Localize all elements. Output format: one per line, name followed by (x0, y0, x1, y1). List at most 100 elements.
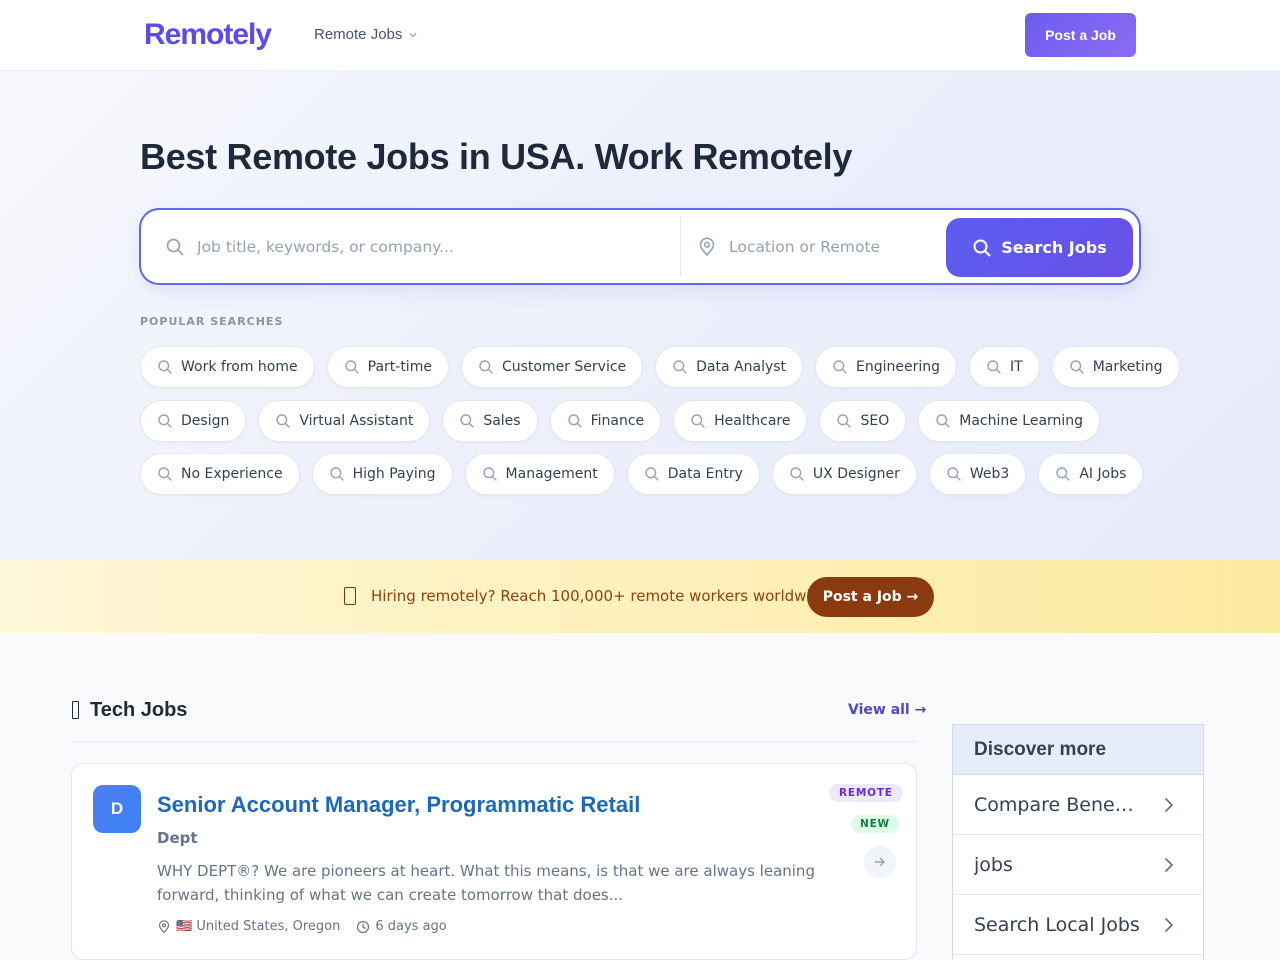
discover-more-item[interactable]: Search Local Jobs (953, 895, 1203, 955)
popular-search-pill[interactable]: Healthcare (673, 400, 808, 442)
keyword-search-input[interactable] (197, 232, 667, 262)
discover-more-item[interactable]: Compare Benefits ... (953, 775, 1203, 835)
search-icon (645, 467, 659, 481)
search-icon (837, 414, 852, 428)
search-icon (567, 414, 582, 428)
search-icon (936, 414, 950, 428)
popular-search-pill[interactable]: Web3 (928, 453, 1027, 495)
popular-searches-row: Work from home Part-time Customer Service D… (140, 346, 1180, 388)
popular-search-label: IT (1010, 359, 1023, 375)
section-divider (71, 741, 917, 742)
search-jobs-button[interactable]: Search Jobs (946, 218, 1133, 277)
view-all-link[interactable]: View all → (848, 702, 926, 718)
search-icon (158, 360, 172, 374)
logo[interactable]: Remotely (144, 18, 272, 52)
discover-more-list: Compare Benefits ... jobs Search Local Job… (953, 775, 1203, 955)
popular-search-pill[interactable]: Marketing (1051, 346, 1180, 388)
popular-search-pill[interactable]: Customer Service (460, 346, 644, 388)
popular-search-pill[interactable]: No Experience (140, 453, 300, 495)
search-icon (947, 467, 961, 481)
map-pin-icon (158, 919, 170, 933)
search-icon (460, 414, 475, 428)
job-meta: 🇺🇸 United States, Oregon 6 days ago (157, 919, 447, 934)
search-icon (833, 360, 847, 374)
discover-more-item[interactable]: jobs (953, 835, 1203, 895)
popular-search-pill[interactable]: Virtual Assistant (258, 400, 431, 442)
popular-search-label: No Experience (181, 466, 283, 482)
popular-searches-row: Design Virtual Assistant Sales Finance Healt… (140, 400, 1101, 442)
popular-search-label: Management (505, 466, 598, 482)
chevron-right-icon (1165, 797, 1173, 812)
popular-search-label: Engineering (856, 359, 941, 375)
search-icon (329, 467, 344, 481)
popular-search-pill[interactable]: SEO (819, 400, 907, 442)
post-job-button[interactable]: Post a Job (1025, 13, 1136, 57)
new-badge: NEW (851, 815, 899, 833)
search-icon (1056, 467, 1071, 481)
job-description: WHY DEPT®? We are pioneers at heart. Wha… (157, 862, 815, 904)
popular-search-pill[interactable]: IT (969, 346, 1040, 388)
popular-search-pill[interactable]: Design (140, 400, 247, 442)
hiring-banner: Hiring remotely? Reach 100,000+ remote w… (0, 560, 1280, 633)
job-company: Dept (157, 829, 198, 847)
laptop-icon (72, 701, 79, 719)
section-title: Tech Jobs (90, 699, 188, 721)
search-icon (479, 360, 493, 374)
job-title-link[interactable]: Senior Account Manager, Programmatic Ret… (157, 792, 640, 818)
search-icon (276, 414, 291, 428)
chevron-down-icon (409, 32, 417, 37)
banner-post-job-button[interactable]: Post a Job → (807, 577, 934, 617)
popular-search-label: SEO (860, 413, 890, 429)
company-logo: D (93, 785, 141, 833)
popular-search-label: Finance (590, 413, 645, 429)
discover-more-item-label: Search Local Jobs (974, 913, 1140, 936)
popular-search-pill[interactable]: Sales (442, 400, 538, 442)
popular-search-label: Sales (483, 413, 521, 429)
nav-remote-jobs[interactable]: Remote Jobs (314, 26, 418, 43)
map-pin-icon (699, 237, 715, 257)
job-location: 🇺🇸 United States, Oregon (157, 919, 340, 934)
hero-section: Best Remote Jobs in USA. Work Remotely S… (0, 71, 1280, 560)
popular-search-label: AI Jobs (1079, 466, 1127, 482)
popular-search-pill[interactable]: Part-time (326, 346, 449, 388)
chevron-right-icon (1165, 917, 1173, 932)
popular-search-label: High Paying (352, 466, 436, 482)
popular-search-label: Data Entry (667, 466, 743, 482)
location-input[interactable] (729, 232, 929, 262)
search-icon (158, 414, 172, 428)
popular-search-label: Marketing (1092, 359, 1163, 375)
popular-search-pill[interactable]: UX Designer (771, 453, 917, 495)
job-open-button[interactable] (864, 846, 896, 878)
discover-more-item-label: Compare Benefits ... (974, 793, 1144, 816)
site-header: Remotely Remote Jobs Post a Job (0, 0, 1280, 71)
search-icon (987, 360, 1001, 374)
popular-search-label: Design (181, 413, 230, 429)
popular-search-pill[interactable]: High Paying (311, 453, 453, 495)
search-icon (158, 467, 172, 481)
popular-search-pill[interactable]: Management (464, 453, 615, 495)
popular-search-label: Web3 (969, 466, 1010, 482)
popular-search-label: Work from home (181, 359, 298, 375)
job-location-text: 🇺🇸 United States, Oregon (176, 919, 341, 934)
discover-more-title: Discover more (953, 725, 1203, 775)
popular-search-pill[interactable]: Work from home (140, 346, 315, 388)
popular-search-pill[interactable]: Machine Learning (918, 400, 1101, 442)
discover-more-panel: Discover more Compare Benefits ... jobs Se… (952, 724, 1204, 960)
popular-search-pill[interactable]: Engineering (815, 346, 958, 388)
job-posted: 6 days ago (356, 919, 447, 934)
search-icon (673, 360, 687, 374)
remote-badge: REMOTE (829, 784, 903, 802)
popular-search-pill[interactable]: Finance (549, 400, 662, 442)
popular-search-label: Machine Learning (959, 413, 1084, 429)
briefcase-icon (344, 587, 356, 605)
job-posted-text: 6 days ago (375, 919, 447, 934)
popular-search-pill[interactable]: Data Entry (626, 453, 760, 495)
page-title: Best Remote Jobs in USA. Work Remotely (140, 136, 853, 177)
banner-text: Hiring remotely? Reach 100,000+ remote w… (371, 587, 835, 605)
popular-search-label: Healthcare (714, 413, 791, 429)
popular-searches-label: POPULAR SEARCHES (140, 315, 284, 328)
job-card[interactable]: D Senior Account Manager, Programmatic R… (71, 763, 917, 960)
popular-search-pill[interactable]: AI Jobs (1038, 453, 1144, 495)
discover-more-item-label: jobs (974, 853, 1013, 876)
popular-search-pill[interactable]: Data Analyst (655, 346, 804, 388)
